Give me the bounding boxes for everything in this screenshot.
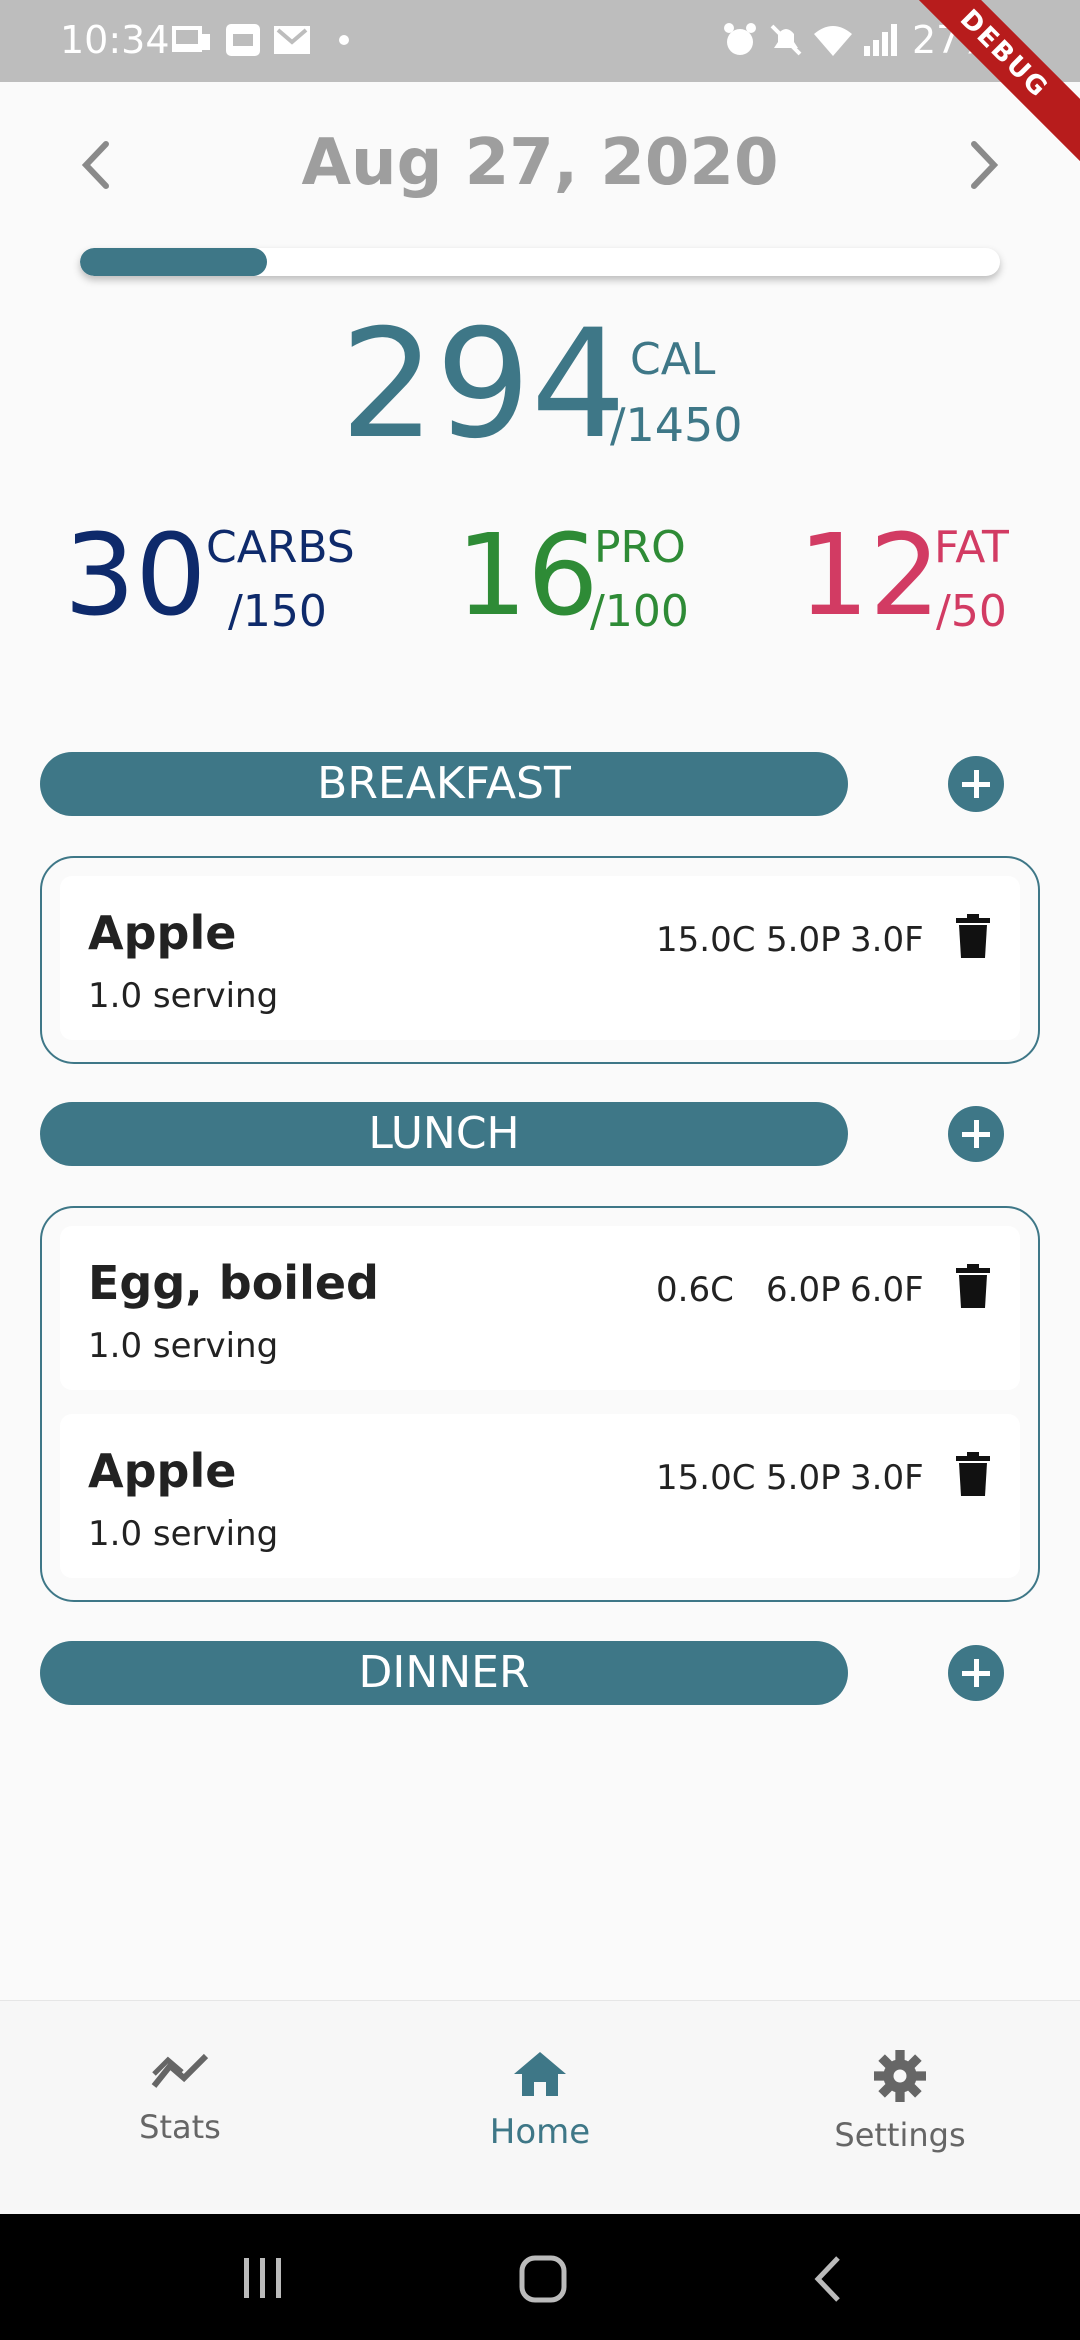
status-time: 10:34 xyxy=(60,18,170,62)
alarm-icon xyxy=(724,23,756,55)
add-lunch-button[interactable] xyxy=(948,1106,1004,1162)
food-fat: 3.0F xyxy=(850,1458,924,1498)
food-protein: 5.0P xyxy=(766,920,841,960)
delete-icon[interactable] xyxy=(956,914,990,958)
food-serving: 1.0 serving xyxy=(88,1326,279,1366)
fat-value: 12 xyxy=(798,511,941,641)
nav-settings-label: Settings xyxy=(834,2116,966,2154)
signal-icon xyxy=(864,24,897,56)
food-fat: 6.0F xyxy=(850,1270,924,1310)
gear-icon xyxy=(874,2050,926,2102)
food-protein: 5.0P xyxy=(766,1458,841,1498)
food-name: Apple xyxy=(88,906,237,960)
nav-stats-label: Stats xyxy=(139,2108,221,2146)
home-icon xyxy=(514,2052,566,2096)
food-carbs: 15.0C xyxy=(656,1458,756,1498)
nav-stats[interactable]: Stats xyxy=(80,2050,280,2146)
calorie-progress-fill xyxy=(80,248,267,276)
food-serving: 1.0 serving xyxy=(88,1514,279,1554)
app-icon xyxy=(226,24,260,56)
gmail-icon xyxy=(274,26,310,54)
nav-settings[interactable]: Settings xyxy=(800,2050,1000,2154)
next-day-button[interactable] xyxy=(946,130,1016,200)
wifi-icon xyxy=(814,26,852,56)
mute-icon xyxy=(770,24,802,56)
protein-value: 16 xyxy=(456,511,599,641)
devices-icon xyxy=(172,26,210,52)
meal-header-breakfast: BREAKFAST xyxy=(40,752,848,816)
meal-list-lunch: Egg, boiled 1.0 serving 0.6C 6.0P 6.0F A… xyxy=(40,1206,1040,1602)
food-carbs: 0.6C xyxy=(656,1270,734,1310)
food-name: Apple xyxy=(88,1444,237,1498)
carbs-label: CARBS xyxy=(206,522,355,573)
calories-consumed: 294 xyxy=(340,298,627,472)
meal-header-lunch: LUNCH xyxy=(40,1102,848,1166)
delete-icon[interactable] xyxy=(956,1452,990,1496)
calorie-progress-bar xyxy=(80,248,1000,276)
add-breakfast-button[interactable] xyxy=(948,756,1004,812)
meal-list-breakfast: Apple 1.0 serving 15.0C 5.0P 3.0F xyxy=(40,856,1040,1064)
delete-icon[interactable] xyxy=(956,1264,990,1308)
back-icon[interactable] xyxy=(808,2254,848,2304)
food-fat: 3.0F xyxy=(850,920,924,960)
fat-goal: /50 xyxy=(936,586,1007,637)
carbs-value: 30 xyxy=(64,511,207,641)
fat-label: FAT xyxy=(934,522,1009,573)
protein-goal: /100 xyxy=(590,586,689,637)
stats-icon xyxy=(151,2053,209,2088)
food-item[interactable]: Egg, boiled 1.0 serving 0.6C 6.0P 6.0F xyxy=(60,1226,1020,1390)
recent-apps-icon[interactable] xyxy=(238,2256,288,2300)
food-carbs: 15.0C xyxy=(656,920,756,960)
protein-label: PRO xyxy=(594,522,686,573)
food-item[interactable]: Apple 1.0 serving 15.0C 5.0P 3.0F xyxy=(60,1414,1020,1578)
dot-icon xyxy=(339,35,349,45)
home-system-icon[interactable] xyxy=(518,2254,568,2304)
calories-goal: /1450 xyxy=(610,398,743,452)
food-name: Egg, boiled xyxy=(88,1256,379,1310)
nav-home[interactable]: Home xyxy=(440,2050,640,2152)
date-title: Aug 27, 2020 xyxy=(301,126,779,200)
food-protein: 6.0P xyxy=(766,1270,841,1310)
food-serving: 1.0 serving xyxy=(88,976,279,1016)
carbs-goal: /150 xyxy=(228,586,327,637)
meal-header-dinner: DINNER xyxy=(40,1641,848,1705)
calories-label: CAL xyxy=(630,334,716,385)
nav-home-label: Home xyxy=(489,2112,591,2152)
add-dinner-button[interactable] xyxy=(948,1645,1004,1701)
food-item[interactable]: Apple 1.0 serving 15.0C 5.0P 3.0F xyxy=(60,876,1020,1040)
